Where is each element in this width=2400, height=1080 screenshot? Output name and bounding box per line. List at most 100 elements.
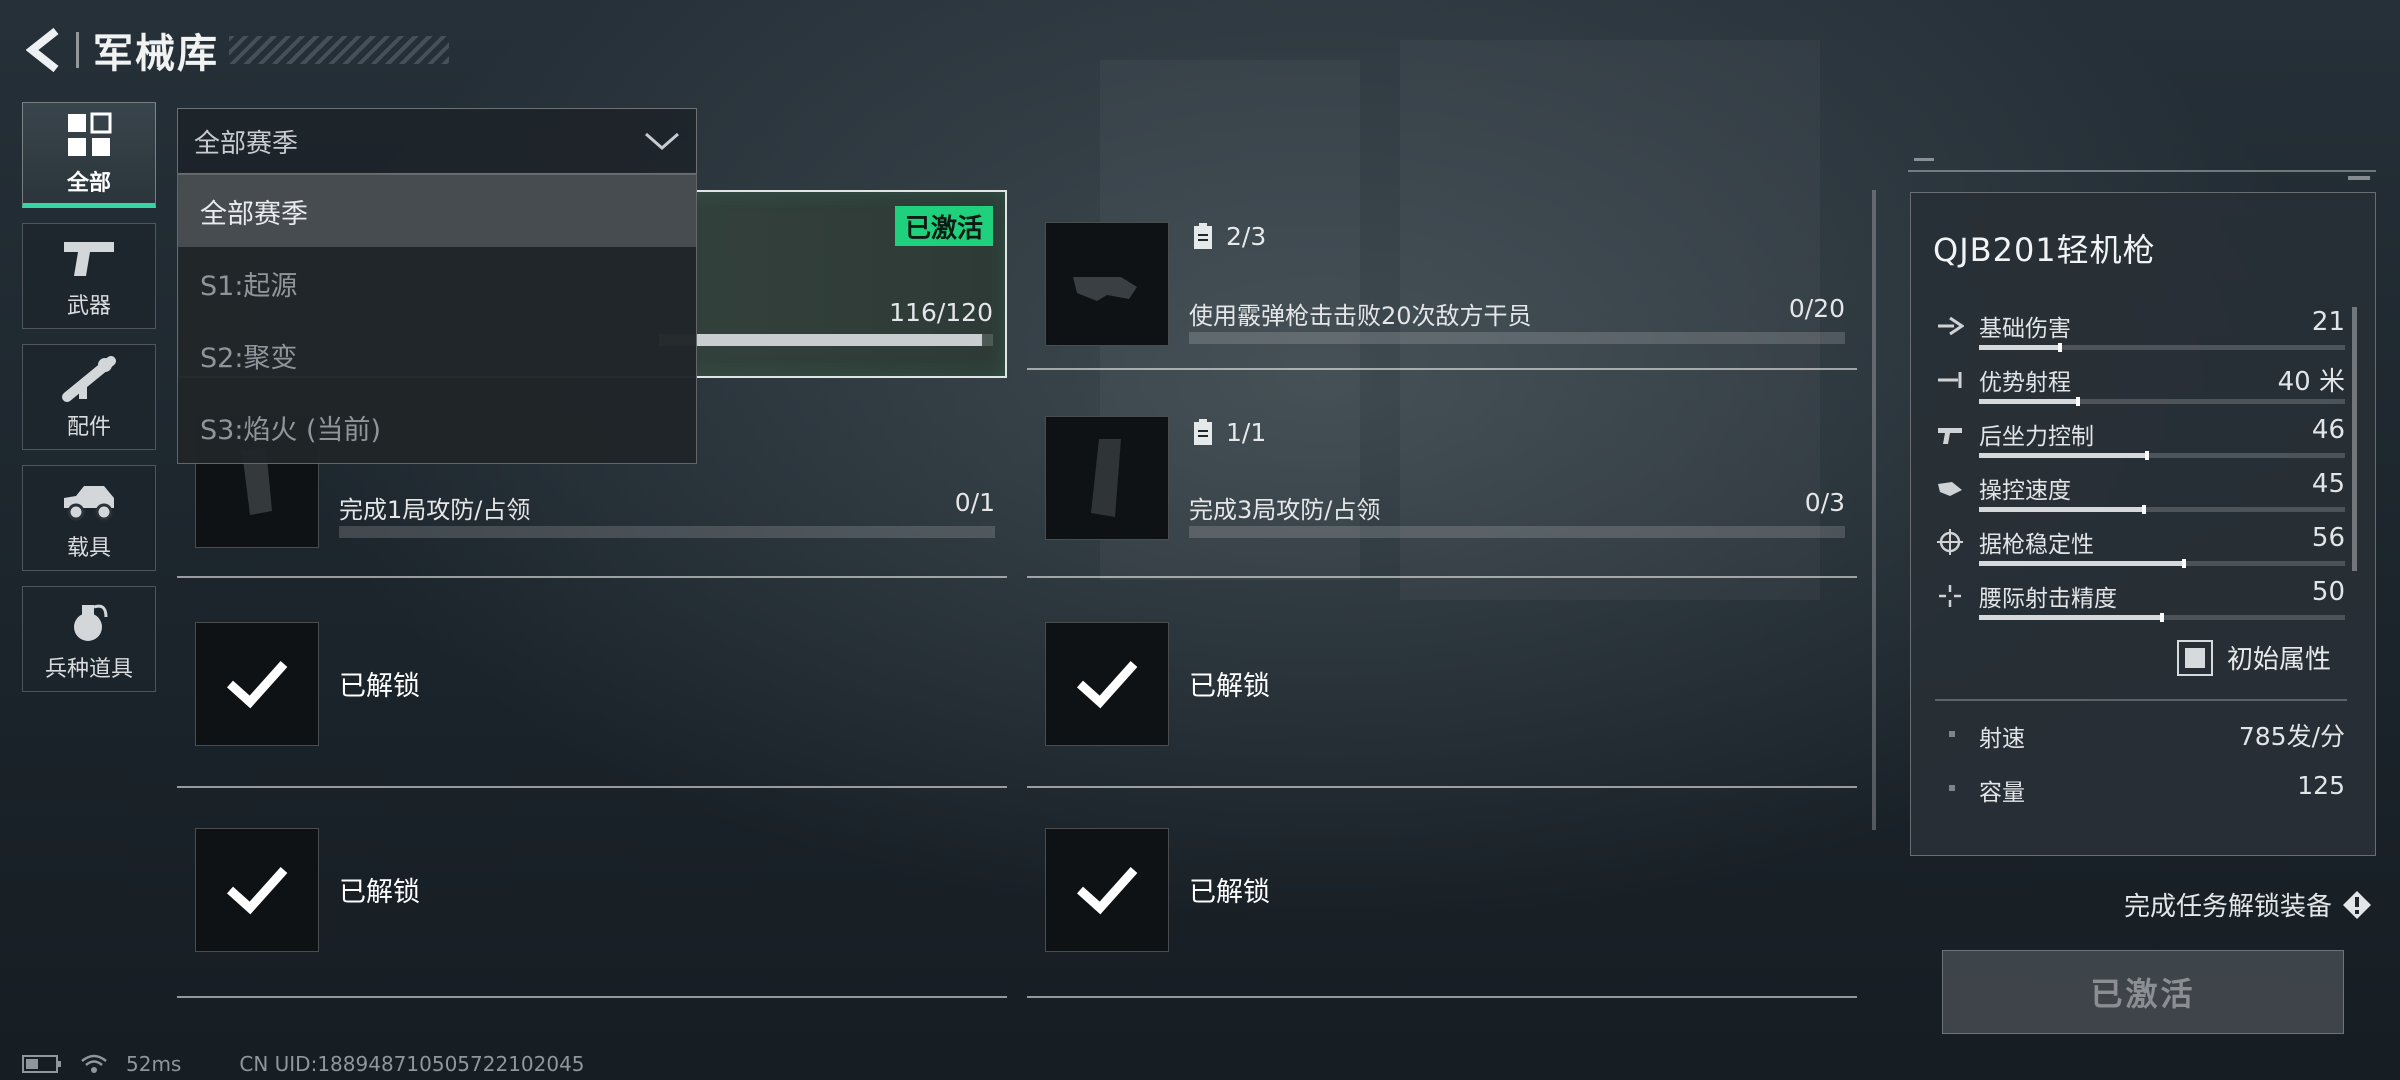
- unlock-hint-text: 完成任务解锁装备: [2123, 892, 2332, 922]
- stats-scrollbar[interactable]: [2352, 307, 2357, 571]
- stat-value: 50: [2311, 577, 2345, 607]
- row-divider: [177, 786, 1007, 788]
- season-option[interactable]: S1:起源: [178, 247, 696, 319]
- extra-stat-row: 容量 125: [1935, 767, 2345, 813]
- activate-button[interactable]: 已激活: [1942, 950, 2344, 1034]
- quest-card-shotgun[interactable]: 2/3 使用霰弹枪击击败20次敌方干员 0/20: [1027, 190, 1857, 380]
- quest-card-attack3[interactable]: 1/1 完成3局攻防/占领 0/3: [1027, 396, 1857, 586]
- stat-label: 腰际射击精度: [1979, 586, 2117, 612]
- nav-label: 载具: [66, 536, 111, 561]
- nav-label: 全部: [66, 171, 111, 196]
- quest-progress-bar: [1189, 332, 1845, 344]
- stat-value: 45: [2311, 469, 2345, 499]
- quest-card-unlocked[interactable]: 已解锁: [177, 602, 1007, 792]
- stat-row: 操控速度 45: [1935, 469, 2345, 523]
- category-nav: 全部 武器 配件 载具 兵种道具: [22, 102, 158, 707]
- pistol-icon: [59, 232, 119, 284]
- extra-stat-value: 785发/分: [2238, 722, 2345, 751]
- nav-label: 兵种道具: [44, 657, 133, 682]
- attachment-thumbnail: [1045, 416, 1169, 540]
- quest-card-unlocked[interactable]: 已解锁: [1027, 602, 1857, 792]
- unlocked-label: 已解锁: [339, 671, 420, 702]
- stat-bar: [1979, 343, 2345, 352]
- stat-bar: [1979, 505, 2345, 514]
- nav-item-vehicles[interactable]: 载具: [22, 465, 156, 571]
- season-option[interactable]: S2:聚变: [178, 319, 696, 391]
- stat-row: 优势射程 40 米: [1935, 361, 2345, 415]
- back-button[interactable]: [22, 22, 70, 78]
- wifi-icon: [81, 1054, 107, 1073]
- stat-bar: [1979, 451, 2345, 460]
- panel-top-decoration: [1908, 158, 2376, 180]
- info-diamond-icon: [2343, 890, 2371, 919]
- extra-stat-label: 容量: [1979, 780, 2025, 806]
- quest-count: 2/3: [1192, 222, 1266, 251]
- attachment-thumbnail: [195, 622, 319, 746]
- back-arrow-icon: [26, 27, 59, 73]
- season-select-value: 全部赛季: [194, 128, 299, 159]
- stat-label: 优势射程: [1979, 370, 2071, 396]
- clipboard-icon: [1194, 418, 1212, 445]
- nav-item-weapons[interactable]: 武器: [22, 223, 156, 329]
- user-uid: CN UID:188948710505722102045: [239, 1052, 585, 1076]
- stats-list: 基础伤害 21 优势射程 40 米 后坐力控制 46 操控速度 45 据枪稳定性…: [1935, 307, 2345, 631]
- extra-stat-row: 射速 785发/分: [1935, 713, 2345, 759]
- row-divider: [177, 996, 1007, 998]
- nav-item-class-items[interactable]: 兵种道具: [22, 586, 156, 692]
- unlocked-label: 已解锁: [1189, 671, 1270, 702]
- bullet-dot: [1949, 785, 1955, 791]
- unlock-hint[interactable]: 完成任务解锁装备: [2124, 886, 2372, 923]
- quest-count-value: 2/3: [1226, 222, 1267, 251]
- extra-stat-label: 射速: [1979, 726, 2025, 752]
- stat-value: 46: [2311, 415, 2345, 445]
- quest-progress-value: 0/1: [954, 488, 995, 517]
- nav-item-attachments[interactable]: 配件: [22, 344, 156, 450]
- weapon-stats-panel: QJB201轻机枪 基础伤害 21 优势射程 40 米 后坐力控制 46 操控速…: [1910, 192, 2376, 856]
- season-select[interactable]: 全部赛季: [177, 108, 697, 174]
- quest-list-scrollbar[interactable]: [1872, 190, 1876, 830]
- stat-bar-marker: [2181, 559, 2186, 568]
- quest-card-unlocked[interactable]: 已解锁: [1027, 808, 1857, 998]
- quest-card-unlocked[interactable]: 已解锁: [177, 808, 1007, 998]
- checkbox[interactable]: [2176, 639, 2213, 676]
- stat-row: 后坐力控制 46: [1935, 415, 2345, 469]
- bullet-dot: [1949, 731, 1955, 737]
- ping-value: 52ms: [126, 1052, 182, 1076]
- quest-progress-value: 0/20: [1788, 294, 1845, 323]
- stat-value: 40 米: [2277, 367, 2345, 397]
- checkmark-icon: [226, 866, 288, 915]
- attachment-thumbnail: [1045, 222, 1169, 346]
- row-divider: [1027, 996, 1857, 998]
- checkmark-icon: [226, 660, 288, 709]
- row-divider: [1027, 786, 1857, 788]
- scope-icon: [59, 353, 119, 405]
- season-option[interactable]: S3:焰火 (当前): [178, 391, 696, 463]
- stat-row: 基础伤害 21: [1935, 307, 2345, 361]
- quest-progress-bar: [659, 334, 993, 346]
- season-option[interactable]: 全部赛季: [178, 175, 696, 247]
- nav-label: 配件: [66, 415, 111, 440]
- nav-item-all[interactable]: 全部: [22, 102, 156, 208]
- season-dropdown-menu: 全部赛季 S1:起源 S2:聚变 S3:焰火 (当前): [177, 174, 697, 464]
- battery-icon: [22, 1055, 61, 1073]
- stat-label: 基础伤害: [1979, 316, 2071, 342]
- row-divider: [177, 576, 1007, 578]
- damage-icon: [1935, 311, 1965, 341]
- stat-bar-marker: [2057, 343, 2062, 352]
- page-title: 军械库: [93, 31, 219, 77]
- weapon-name: QJB201轻机枪: [1933, 231, 2156, 269]
- unlocked-label: 已解锁: [1189, 877, 1270, 908]
- quest-count: 1/1: [1192, 418, 1266, 447]
- chevron-down-icon: [645, 132, 679, 150]
- initial-attributes-toggle[interactable]: 初始属性: [2176, 639, 2331, 676]
- magazine-icon: [1091, 439, 1121, 517]
- quest-progress-value: 0/3: [1804, 488, 1845, 517]
- status-bar: 52ms CN UID:188948710505722102045: [22, 1052, 585, 1076]
- hipfire-icon: [1935, 581, 1965, 611]
- quest-description: 使用霰弹枪击击败20次敌方干员: [1189, 302, 1532, 330]
- vehicle-icon: [59, 474, 119, 526]
- stat-row: 据枪稳定性 56: [1935, 523, 2345, 577]
- stat-value: 56: [2311, 523, 2345, 553]
- extra-stat-value: 125: [2297, 771, 2345, 800]
- stat-bar-marker: [2160, 613, 2164, 622]
